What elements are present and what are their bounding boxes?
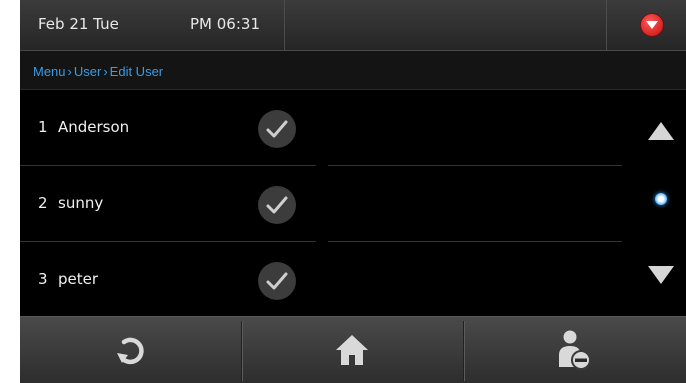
user-name: peter [58,270,99,288]
home-button[interactable] [242,317,463,383]
breadcrumb: Menu › User › Edit User [20,51,686,90]
checkmark-icon [266,196,288,214]
date-label: Feb 21 Tue [38,15,119,33]
breadcrumb-item-menu[interactable]: Menu [33,64,66,79]
checkbox[interactable] [258,262,296,300]
home-icon [336,335,368,365]
scroll-panel [624,90,686,316]
breadcrumb-item-edit-user: Edit User [109,64,164,79]
header-divider [606,0,607,50]
list-item[interactable]: 3 peter [20,242,622,318]
triangle-up-icon[interactable] [648,122,674,140]
bottom-toolbar [20,316,686,383]
breadcrumb-separator-icon: › [67,64,72,79]
checkbox[interactable] [258,110,296,148]
user-index: 3 [38,270,48,288]
chevron-down-icon [646,21,658,29]
list-item[interactable]: 2 sunny [20,166,622,242]
refresh-button[interactable] [20,317,241,383]
list-item[interactable]: 1 Anderson [20,90,622,166]
user-remove-icon [559,330,591,370]
status-bar: Feb 21 Tue PM 06:31 [20,0,686,51]
refresh-icon [117,337,144,365]
user-name: Anderson [58,118,130,136]
page-indicator [655,193,667,205]
user-index: 2 [38,194,48,212]
breadcrumb-item-user[interactable]: User [74,64,101,79]
user-name: sunny [58,194,104,212]
device-screen: Feb 21 Tue PM 06:31 Menu › User › Edit User … [20,0,686,383]
checkmark-icon [266,120,288,138]
user-index: 1 [38,118,48,136]
delete-user-button[interactable] [464,317,685,383]
user-list: 1 Anderson 2 sunny 3 peter [20,90,622,318]
breadcrumb-separator-icon: › [103,64,108,79]
dropdown-button[interactable] [641,14,663,36]
time-label: PM 06:31 [190,15,260,33]
triangle-down-icon[interactable] [648,266,674,284]
checkbox[interactable] [258,186,296,224]
header-divider [284,0,285,50]
checkmark-icon [266,272,288,290]
